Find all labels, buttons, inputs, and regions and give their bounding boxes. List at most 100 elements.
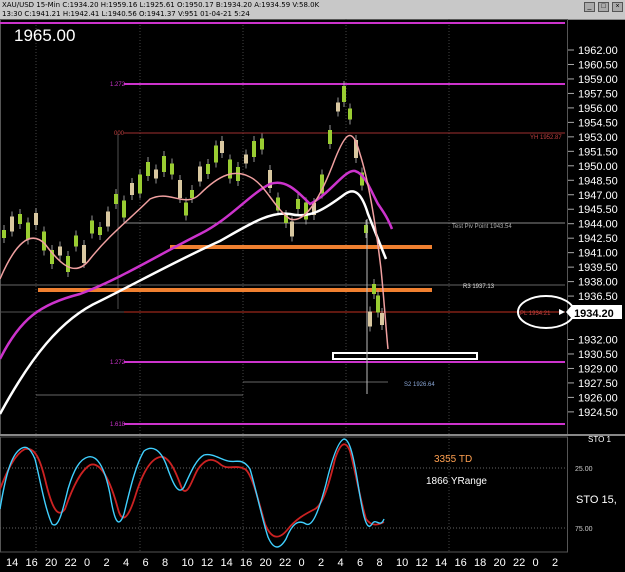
candle-body [58, 246, 62, 256]
candle-body [178, 180, 182, 198]
time-axis[interactable]: 14 16 20 22 0 2 4 6 8 10 12 14 16 20 22 0 2 4 6 8 10 12 14 16 18… [6, 557, 558, 569]
time-tick-label: 0 [299, 557, 305, 569]
yh-label: YH 1952.87 [530, 135, 562, 141]
candle-body [260, 138, 264, 150]
candle-body [296, 199, 300, 209]
price-tick-label: 1947.00 [578, 190, 618, 202]
price-tick-label: 1942.50 [578, 233, 618, 245]
price-tick-label: 1945.50 [578, 204, 618, 216]
price-tick-label: 1930.50 [578, 349, 618, 361]
white-box-marker[interactable] [332, 352, 478, 360]
price-tick-label: 1954.50 [578, 117, 618, 129]
minimize-button[interactable]: _ [584, 2, 595, 12]
candle-body [376, 295, 380, 313]
time-tick-label: 2 [552, 557, 558, 569]
fib-mid-label: 1.272 [110, 360, 126, 366]
price-tick-label: 1959.00 [578, 74, 618, 86]
candle-body [162, 156, 166, 172]
window-title: XAU/USD 15-Min C:1934.20 H:1959.16 L:192… [2, 1, 320, 9]
candle-body [26, 222, 30, 240]
price-tick-label: 1929.00 [578, 363, 618, 375]
sto-label: STO 15, [576, 494, 617, 506]
candle-body [328, 130, 332, 144]
candle-body [90, 220, 94, 234]
price-chart[interactable]: 1965.00 1.272 1.272 1.618 000 YH 1952.87… [0, 19, 625, 572]
price-tick-label: 1927.50 [578, 378, 618, 390]
time-tick-label: 20 [260, 557, 272, 569]
time-tick-label: 22 [65, 557, 77, 569]
price-tick-label: 1936.50 [578, 291, 618, 303]
sto-tick-75: 75.00 [575, 526, 593, 533]
price-badge: 1934.20 [574, 308, 614, 320]
time-tick-label: 20 [494, 557, 506, 569]
candle-body [98, 227, 102, 235]
candle-body [170, 163, 174, 175]
time-tick-label: 0 [84, 557, 90, 569]
time-tick-label: 14 [221, 557, 233, 569]
sto-fast-line [0, 438, 385, 548]
time-tick-label: 10 [182, 557, 194, 569]
price-tick-label: 1948.50 [578, 175, 618, 187]
r3-label: R3 1937.13 [463, 284, 495, 290]
candle-body [190, 190, 194, 198]
ma-white-line [0, 190, 388, 415]
time-tick-label: 16 [240, 557, 252, 569]
price-tick-label: 1926.00 [578, 392, 618, 404]
candle-body [66, 256, 70, 272]
price-tick-label: 1939.50 [578, 262, 618, 274]
time-tick-label: 22 [513, 557, 525, 569]
pivot-red-label: PL 1934.21 [520, 311, 551, 317]
price-tick-label: 1953.00 [578, 132, 618, 144]
price-tick-label: 1962.00 [578, 45, 618, 57]
time-tick-label: 10 [396, 557, 408, 569]
candle-body [214, 145, 218, 163]
big-price-label: 1965.00 [14, 26, 75, 45]
time-tick-label: 2 [318, 557, 324, 569]
candle-body [220, 141, 224, 153]
close-button[interactable]: × [612, 2, 623, 12]
candle-body [206, 164, 210, 174]
candle-body [198, 166, 202, 182]
candle-body [10, 216, 14, 232]
candle-body [106, 211, 110, 227]
price-tick-label: 1924.50 [578, 407, 618, 419]
price-tick-label: 1944.00 [578, 219, 618, 231]
time-tick-label: 8 [162, 557, 168, 569]
candle-body [138, 174, 142, 194]
candle-body [342, 86, 346, 102]
indicator-pane-frame [0, 436, 568, 553]
candle-body [122, 200, 126, 218]
time-tick-label: 12 [416, 557, 428, 569]
price-tick-label: 1938.00 [578, 277, 618, 289]
price-tick-label: 1951.50 [578, 146, 618, 158]
title-bar: XAU/USD 15-Min C:1934.20 H:1959.16 L:192… [0, 0, 625, 20]
price-tick-label: 1960.50 [578, 59, 618, 71]
maximize-button[interactable]: □ [598, 2, 609, 12]
time-tick-label: 16 [26, 557, 38, 569]
time-tick-label: 4 [338, 557, 344, 569]
yrange-label: 1866 YRange [426, 476, 487, 487]
price-tick-label: 1956.00 [578, 103, 618, 115]
candle-body [184, 202, 188, 216]
sto-tick-25: 25.00 [575, 466, 593, 473]
test-pivot-label: Test Piv Point 1943.54 [452, 224, 512, 230]
time-tick-label: 0 [533, 557, 539, 569]
candle-body [146, 162, 150, 176]
s2-label: S2 1926.64 [404, 382, 435, 388]
candle-body [348, 108, 352, 120]
price-tick-label: 1932.00 [578, 335, 618, 347]
zero-left-label: 000 [114, 131, 125, 137]
candle-body [34, 213, 38, 225]
time-tick-label: 22 [279, 557, 291, 569]
candle-body [114, 194, 118, 204]
price-axis[interactable]: 1962.00 1960.50 1959.00 1957.50 1956.00 1954.… [568, 45, 618, 419]
candle-body [380, 313, 384, 325]
time-tick-label: 12 [201, 557, 213, 569]
time-tick-label: 4 [123, 557, 129, 569]
time-tick-label: 8 [377, 557, 383, 569]
price-tick-label: 1941.00 [578, 248, 618, 260]
ma-pink-line [0, 134, 389, 350]
candle-body [228, 159, 232, 179]
price-tick-label: 1957.50 [578, 88, 618, 100]
td-label: 3355 TD [434, 454, 472, 465]
